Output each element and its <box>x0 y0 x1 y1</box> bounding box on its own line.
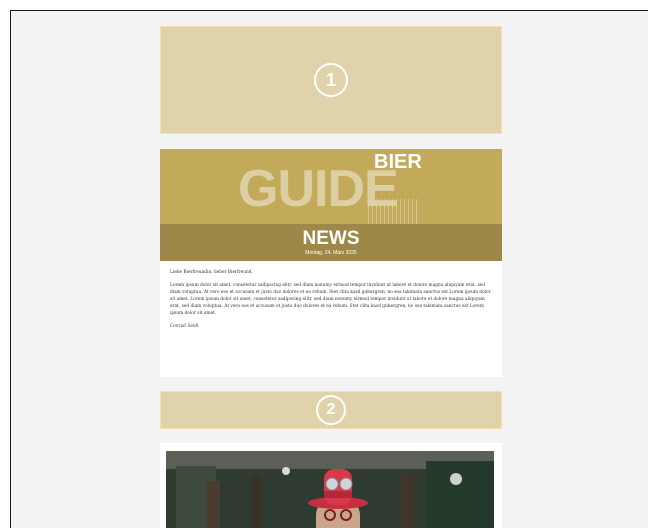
newsletter-header-banner: GUIDE BIER <box>160 149 502 224</box>
greeting-text: Liebe Bierfreundin, lieber Bierfreund, <box>170 270 253 275</box>
festival-photo <box>166 451 494 528</box>
photo-illustration <box>166 451 494 528</box>
body-text: Lorem ipsum dolor sit amet, consetetur s… <box>170 283 491 316</box>
newsletter-body: Liebe Bierfreundin, lieber Bierfreund, L… <box>160 261 502 330</box>
placeholder-block-1[interactable]: 1 <box>160 26 502 134</box>
news-title-bar: NEWS Montag, 24. März 2025 <box>160 224 502 261</box>
photo-card <box>160 443 502 528</box>
newsletter-date: Montag, 24. März 2025 <box>305 250 357 256</box>
placeholder-block-2[interactable]: 2 <box>160 391 502 429</box>
newsletter-card: GUIDE BIER NEWS Montag, 24. März 2025 Li… <box>160 149 502 377</box>
brand-logo-bier: BIER <box>374 151 422 173</box>
step-number-badge-1: 1 <box>314 63 348 97</box>
email-preview-canvas: 1 GUIDE BIER NEWS Montag, 24. März 2025 … <box>10 10 648 528</box>
step-number-badge-2: 2 <box>316 395 346 425</box>
section-title: NEWS <box>302 228 360 249</box>
signature-text: Conrad Seidl <box>170 324 199 329</box>
